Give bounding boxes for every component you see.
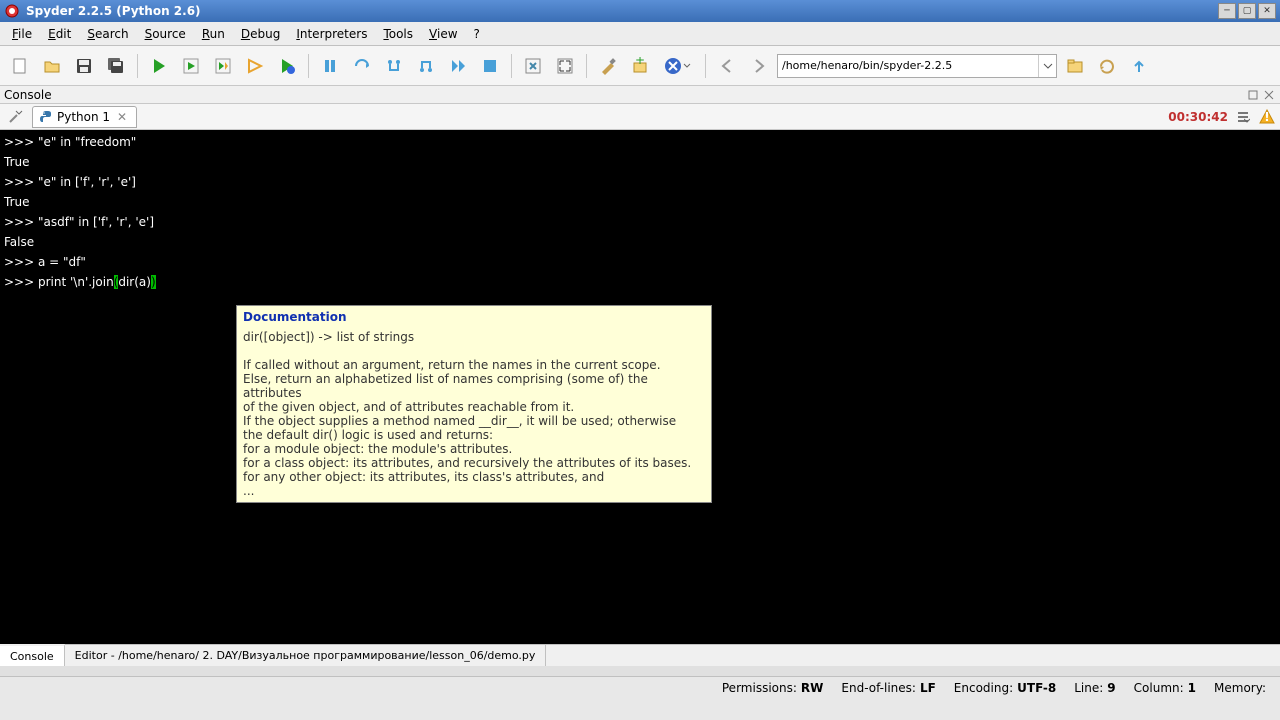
- window-title: Spyder 2.2.5 (Python 2.6): [26, 4, 1218, 18]
- bottom-tab-console[interactable]: Console: [0, 644, 65, 666]
- warning-icon[interactable]: !: [1258, 108, 1276, 126]
- bottom-tab-editor[interactable]: Editor - /home/henaro/ 2. DAY/Визуальное…: [65, 645, 547, 666]
- close-button[interactable]: ✕: [1258, 3, 1276, 19]
- status-line-label: Line:: [1074, 681, 1103, 695]
- debug-step-into-button[interactable]: [380, 52, 408, 80]
- doc-tooltip: Documentation dir([object]) -> list of s…: [236, 305, 712, 503]
- open-file-button[interactable]: [38, 52, 66, 80]
- status-enc-value: UTF-8: [1017, 681, 1056, 695]
- menu-run[interactable]: Run: [194, 25, 233, 43]
- toolbar: +: [0, 46, 1280, 86]
- list-menu-icon[interactable]: [1234, 108, 1252, 126]
- debug-stop-button[interactable]: [476, 52, 504, 80]
- app-icon: [4, 3, 20, 19]
- debug-button[interactable]: [273, 52, 301, 80]
- status-line-value: 9: [1107, 681, 1115, 695]
- save-button[interactable]: [70, 52, 98, 80]
- set-dir-button[interactable]: [1093, 52, 1121, 80]
- console-panel-title: Console: [4, 88, 52, 102]
- status-enc-label: Encoding:: [954, 681, 1013, 695]
- panel-restore-icon[interactable]: [1246, 88, 1260, 102]
- save-all-button[interactable]: [102, 52, 130, 80]
- console-options-icon[interactable]: [4, 107, 26, 127]
- run-cell-advance-button[interactable]: [209, 52, 237, 80]
- run-button[interactable]: [145, 52, 173, 80]
- svg-text:!: !: [1264, 110, 1269, 124]
- run-cell-button[interactable]: [177, 52, 205, 80]
- minimize-button[interactable]: ─: [1218, 3, 1236, 19]
- maximize-button[interactable]: ▢: [1238, 3, 1256, 19]
- menu-tools[interactable]: Tools: [375, 25, 421, 43]
- fullscreen-button[interactable]: [551, 52, 579, 80]
- back-button[interactable]: [713, 52, 741, 80]
- exit-debug-button[interactable]: [658, 52, 698, 80]
- statusbar: Permissions: RW End-of-lines: LF Encoding:…: [0, 676, 1280, 698]
- timer-label: 00:30:42: [1168, 110, 1228, 124]
- menu-file[interactable]: File: [4, 25, 40, 43]
- panel-close-icon[interactable]: [1262, 88, 1276, 102]
- menu-search[interactable]: Search: [79, 25, 136, 43]
- text-cursor: [214, 521, 216, 537]
- working-dir-box: [777, 54, 1057, 78]
- menu-source[interactable]: Source: [137, 25, 194, 43]
- debug-step-button[interactable]: [348, 52, 376, 80]
- debug-continue-button[interactable]: [444, 52, 472, 80]
- svg-text:+: +: [635, 57, 645, 67]
- status-col-label: Column:: [1134, 681, 1184, 695]
- forward-button[interactable]: [745, 52, 773, 80]
- menu-help[interactable]: ?: [466, 25, 488, 43]
- preferences-button[interactable]: [594, 52, 622, 80]
- console-panel-header: Console: [0, 86, 1280, 104]
- status-eol-value: LF: [920, 681, 936, 695]
- parent-dir-button[interactable]: [1125, 52, 1153, 80]
- menubar: File Edit Search Source Run Debug Interp…: [0, 22, 1280, 46]
- debug-step-out-button[interactable]: [412, 52, 440, 80]
- status-perm-label: Permissions:: [722, 681, 797, 695]
- tab-close-icon[interactable]: ✕: [114, 109, 130, 125]
- new-file-button[interactable]: [6, 52, 34, 80]
- browse-dir-button[interactable]: [1061, 52, 1089, 80]
- working-dir-input[interactable]: [778, 59, 1038, 72]
- status-col-value: 1: [1188, 681, 1196, 695]
- python-path-button[interactable]: +: [626, 52, 654, 80]
- console-tab-label: Python 1: [57, 110, 110, 124]
- menu-interpreters[interactable]: Interpreters: [288, 25, 375, 43]
- bottom-tabbar: Console Editor - /home/henaro/ 2. DAY/Ви…: [0, 644, 1280, 666]
- status-mem-label: Memory:: [1214, 681, 1266, 695]
- maximize-pane-button[interactable]: [519, 52, 547, 80]
- menu-edit[interactable]: Edit: [40, 25, 79, 43]
- working-dir-dropdown[interactable]: [1038, 55, 1056, 77]
- status-perm-value: RW: [801, 681, 823, 695]
- console-tab-python1[interactable]: Python 1 ✕: [32, 106, 137, 128]
- titlebar: Spyder 2.2.5 (Python 2.6) ─ ▢ ✕: [0, 0, 1280, 22]
- tooltip-body: dir([object]) -> list of strings If call…: [243, 330, 705, 498]
- status-eol-label: End-of-lines:: [841, 681, 916, 695]
- tooltip-header: Documentation: [243, 310, 705, 324]
- console-tabbar: Python 1 ✕ 00:30:42 !: [0, 104, 1280, 130]
- debug-pause-button[interactable]: [316, 52, 344, 80]
- python-icon: [39, 110, 53, 124]
- run-selection-button[interactable]: [241, 52, 269, 80]
- menu-debug[interactable]: Debug: [233, 25, 288, 43]
- menu-view[interactable]: View: [421, 25, 465, 43]
